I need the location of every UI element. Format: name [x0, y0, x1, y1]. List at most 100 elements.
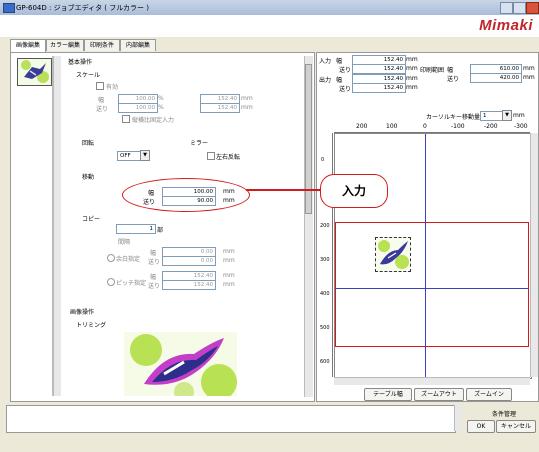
input-label: 入力 [319, 58, 332, 65]
canvas-horizontal-scrollbar[interactable] [334, 377, 530, 385]
placed-image[interactable] [375, 237, 411, 272]
pitch-label: ピッチ指定 [116, 280, 147, 287]
minimize-icon[interactable] [500, 2, 513, 14]
ok-button[interactable]: OK [467, 420, 495, 433]
input-width-label: 幅 [336, 58, 343, 65]
thumbnail-list [12, 56, 53, 396]
scale-enable-label: 有効 [106, 84, 119, 91]
top-ruler: 200 100 0 -100 -200 -300 [334, 123, 530, 133]
printable-feed-label: 送り [447, 76, 460, 83]
vertical-origin-line [425, 134, 426, 378]
cursor-step-dropdown-icon[interactable]: ▼ [502, 110, 512, 121]
move-label: 移動 [82, 174, 95, 181]
pitch-feed-unit: mm [223, 281, 235, 288]
image-thumbnail[interactable] [17, 58, 52, 86]
input-feed-label: 送り [339, 67, 352, 74]
scale-feed-percent[interactable]: 100.00 [118, 103, 158, 113]
input-width-unit: mm [406, 56, 418, 63]
mirror-lr-checkbox[interactable] [207, 152, 215, 160]
pitch-radio[interactable] [107, 278, 115, 286]
image-operations-header: 画像操作 [70, 309, 95, 316]
margin-feed-input[interactable]: 0.00 [162, 256, 216, 266]
keep-ratio-label: 縦横比固定入力 [132, 117, 175, 124]
mirror-label: ミラー [190, 140, 209, 147]
cancel-button[interactable]: キャンセル [496, 420, 536, 433]
printable-width-label: 幅 [447, 67, 454, 74]
margin-feed-label: 送り [148, 259, 161, 266]
copy-count-unit: 部 [157, 227, 164, 234]
tab-image-edit[interactable]: 画像編集 [10, 39, 46, 52]
output-width-unit: mm [406, 75, 418, 82]
rotation-select[interactable]: OFF [117, 151, 142, 161]
rotation-dropdown-icon[interactable]: ▼ [140, 150, 150, 161]
scale-enable-checkbox[interactable] [96, 82, 104, 90]
output-feed-value: 152.40 [352, 83, 406, 93]
pitch-width-unit: mm [223, 272, 235, 279]
scale-feed-label: 送り [96, 106, 109, 113]
margin-label: 余白指定 [116, 256, 141, 263]
zoom-out-button[interactable]: ズームアウト [414, 388, 464, 401]
scale-label: スケール [76, 72, 101, 79]
ruler-top-tick: -200 [484, 123, 498, 130]
cursor-step-label: カーソルキー移動量 [426, 114, 481, 121]
output-width-label: 幅 [336, 77, 343, 84]
mirror-lr-label: 左右反転 [216, 154, 241, 161]
scale-width-mm-unit: mm [241, 95, 253, 102]
thumbnail-scrollbar[interactable] [53, 56, 61, 396]
cursor-step-unit: mm [513, 112, 525, 119]
canvas-vertical-scrollbar[interactable] [530, 133, 538, 377]
tab-internal-edit[interactable]: 内部編集 [120, 39, 156, 51]
pitch-width-label: 幅 [150, 274, 157, 281]
print-area-border [335, 222, 529, 347]
mimaki-logo: Mimaki [479, 17, 533, 34]
ruler-left-tick: 500 [320, 325, 330, 331]
highlight-ellipse [122, 178, 250, 212]
copy-count-input[interactable]: 1 [116, 224, 156, 234]
keep-ratio-checkbox[interactable] [122, 115, 130, 123]
basic-operations-header: 基本操作 [68, 59, 93, 66]
tab-color-edit[interactable]: カラー編集 [46, 39, 84, 51]
printable-feed-value: 420.00 [470, 73, 522, 83]
input-feed-unit: mm [406, 65, 418, 72]
pitch-feed-label: 送り [148, 283, 161, 290]
ruler-top-tick: 100 [386, 123, 398, 130]
input-callout: 入力 [320, 174, 388, 208]
printable-width-unit: mm [523, 65, 535, 72]
layout-canvas[interactable] [334, 133, 532, 379]
cursor-step-select[interactable]: 1 [480, 111, 504, 121]
ruler-left-tick: 400 [320, 291, 330, 297]
callout-leader-line [246, 189, 322, 191]
message-area [6, 405, 456, 433]
ruler-left-tick: 600 [320, 359, 330, 365]
ruler-top-tick: -300 [514, 123, 528, 130]
margin-width-unit: mm [223, 248, 235, 255]
scale-width-label: 幅 [98, 97, 105, 104]
copy-label: コピー [82, 216, 101, 223]
ruler-left-tick: 200 [320, 223, 330, 229]
ruler-top-tick: -100 [451, 123, 465, 130]
logo-bar [0, 15, 539, 37]
pitch-feed-input[interactable]: 152.40 [162, 280, 216, 290]
close-icon[interactable] [526, 2, 539, 14]
table-width-button[interactable]: テーブル幅 [364, 388, 412, 401]
ruler-top-tick: 0 [423, 123, 427, 130]
printable-area-label: 印刷範囲 [420, 67, 445, 74]
tab-print-condition[interactable]: 印刷条件 [84, 39, 120, 51]
margin-radio[interactable] [107, 254, 115, 262]
margin-width-label: 幅 [150, 250, 157, 257]
maximize-icon[interactable] [513, 2, 526, 14]
window-title: GP-604D : ジョブエディタ ( フルカラー ) [16, 4, 150, 12]
ruler-left-tick: 0 [321, 157, 325, 163]
margin-feed-unit: mm [223, 257, 235, 264]
condition-manage-label[interactable]: 条件管理 [492, 409, 516, 418]
scale-feed-mm[interactable]: 152.40 [200, 103, 240, 113]
scale-feed-unit: % [158, 104, 164, 111]
app-icon [3, 3, 15, 13]
scale-feed-mm-unit: mm [241, 104, 253, 111]
rotation-label: 回転 [82, 140, 95, 147]
horizontal-origin-line [335, 288, 529, 289]
message-scrollbar[interactable] [454, 405, 462, 431]
trimming-preview[interactable] [124, 332, 237, 396]
zoom-in-button[interactable]: ズームイン [466, 388, 512, 401]
panel-scrollbar-thumb[interactable] [305, 64, 312, 214]
